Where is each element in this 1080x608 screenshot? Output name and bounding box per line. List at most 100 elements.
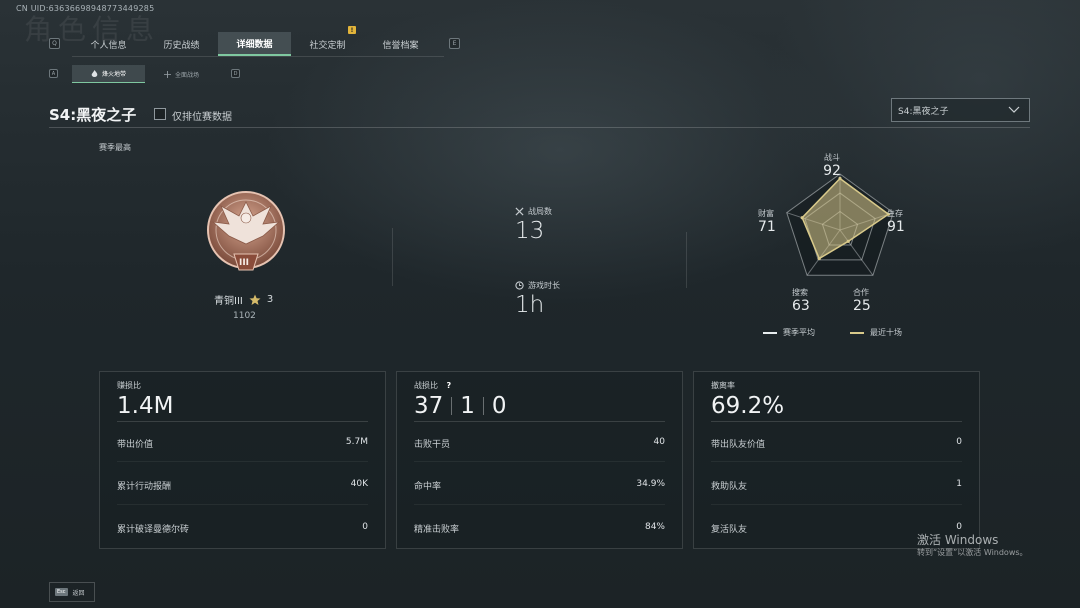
- radar-axis-value: 91: [887, 219, 905, 235]
- mode-subtabs: 烽火地带 全面战场: [72, 65, 218, 83]
- card-main-value: 37 1 0: [414, 393, 507, 419]
- tab-credit-profile[interactable]: ! 信誉档案: [348, 26, 437, 56]
- row-divider: [711, 461, 962, 462]
- tab-personal-info[interactable]: 个人信息: [72, 32, 145, 56]
- tab-underline: [72, 56, 444, 57]
- rank-name-row: 青铜III 3: [214, 292, 273, 307]
- stat-label: 精准击败率: [414, 525, 460, 535]
- legend-season-average: 赛季平均: [763, 327, 815, 338]
- back-button[interactable]: Esc 返回: [49, 582, 95, 602]
- value-separator: [482, 397, 484, 415]
- radar-axis-value: 71: [758, 219, 776, 235]
- badge-tier-numeral: III: [238, 258, 250, 268]
- row-divider: [117, 504, 368, 505]
- card-title: 赚损比: [117, 381, 141, 390]
- flame-icon: [91, 70, 98, 77]
- tab-label: 社交定制: [309, 40, 346, 51]
- subtab-label: 烽火地带: [101, 71, 126, 78]
- radar-axis-label: 搜索: [792, 288, 808, 297]
- legend-label: 赛季平均: [783, 328, 815, 337]
- stat-row: 累计破译曼德尔砖 0: [117, 522, 368, 535]
- radar-axis-value: 92: [823, 163, 841, 179]
- tab-left-key-hint[interactable]: Q: [49, 38, 60, 49]
- subtab-right-key-hint[interactable]: D: [231, 69, 240, 78]
- radar-axis-combat: 战斗 92: [820, 152, 844, 179]
- stat-label: 累计破译曼德尔砖: [117, 525, 190, 535]
- season-divider: [49, 127, 1030, 128]
- radar-axis-label: 合作: [853, 288, 869, 297]
- rank-name: 青铜III: [214, 296, 243, 307]
- season-select[interactable]: S4:黑夜之子: [891, 98, 1030, 122]
- uid-label: CN UID:6363669894877344928​5: [16, 4, 155, 13]
- tab-detailed-data[interactable]: 详细数据: [218, 32, 291, 56]
- notification-badge: !: [348, 26, 356, 34]
- extraction-rate-card: 撤离率 69.2% 带出队友价值 0 救助队友 1 复活队友 0: [693, 371, 980, 549]
- card-divider: [414, 421, 665, 422]
- help-icon[interactable]: ?: [447, 381, 452, 390]
- rank-score: 1102: [233, 311, 256, 321]
- stat-value: 0: [362, 522, 368, 532]
- tab-match-history[interactable]: 历史战绩: [145, 32, 218, 56]
- tab-label: 个人信息: [90, 40, 127, 51]
- profit-loss-card: 赚损比 1.4M 带出价值 5.7M 累计行动报酬 40K 累计破译曼德尔砖 0: [99, 371, 386, 549]
- radar-axis-cooperation: 合作 25: [853, 287, 871, 314]
- tab-social-custom[interactable]: 社交定制: [291, 32, 364, 56]
- column-divider: [686, 232, 687, 288]
- radar-axis-label: 战斗: [824, 153, 840, 162]
- subtab-full-battlefield[interactable]: 全面战场: [145, 65, 218, 83]
- legend-swatch: [763, 331, 777, 334]
- season-select-value: S4:黑夜之子: [898, 106, 949, 117]
- stat-value: 40K: [350, 479, 368, 489]
- card-title: 战损比: [414, 381, 438, 390]
- radar-point: [817, 256, 821, 261]
- radar-point: [846, 239, 850, 243]
- main-tabs: 个人信息 历史战绩 详细数据 社交定制 ! 信誉档案: [72, 26, 437, 56]
- stat-row: 带出队友价值 0: [711, 437, 962, 450]
- stat-value: 1: [956, 479, 962, 489]
- card-divider: [117, 421, 368, 422]
- season-title: S4:黑夜之子: [49, 106, 137, 124]
- back-label: 返回: [72, 589, 85, 597]
- playtime-label: 游戏时长: [528, 281, 560, 290]
- ranked-only-label[interactable]: 仅排位赛数据: [172, 108, 232, 123]
- matches-value: 13: [515, 218, 545, 244]
- card-main-value: 69.2%: [711, 393, 785, 419]
- kill-death-card: 战损比 ? 37 1 0 击败干员 40 命中率 34.9% 精准击败率 84%: [396, 371, 683, 549]
- subtab-hazard-zone[interactable]: 烽火地带: [72, 65, 145, 83]
- stat-value: 0: [956, 437, 962, 447]
- stat-row: 击败干员 40: [414, 437, 665, 450]
- value-separator: [451, 397, 453, 415]
- subtab-label: 全面战场: [174, 71, 199, 79]
- windows-activation-title: 激活 Windows: [917, 533, 999, 547]
- stat-value: 40: [653, 437, 665, 447]
- star-icon: [249, 294, 261, 305]
- tab-label: 历史战绩: [163, 40, 200, 51]
- chevron-down-icon: [1008, 106, 1020, 113]
- rank-stars: 3: [266, 294, 274, 305]
- radar-axis-value: 25: [853, 298, 871, 314]
- stat-label: 击败干员: [414, 440, 451, 450]
- crosshair-icon: [163, 70, 171, 78]
- tab-right-key-hint[interactable]: E: [449, 38, 460, 49]
- assists-value: 0: [491, 393, 507, 419]
- deaths-value: 1: [460, 393, 475, 419]
- ranked-only-checkbox[interactable]: [154, 108, 166, 120]
- stat-value: 84%: [644, 522, 665, 532]
- stat-label: 复活队友: [711, 525, 748, 535]
- esc-key-icon: Esc: [55, 588, 68, 596]
- stat-label: 救助队友: [711, 482, 748, 492]
- stat-row: 累计行动报酬 40K: [117, 479, 368, 492]
- radar-axis-label: 生存: [887, 209, 903, 218]
- radar-axis-wealth: 财富 71: [758, 208, 776, 235]
- clock-icon: [515, 281, 524, 290]
- card-main-value: 1.4M: [117, 393, 174, 419]
- playtime-label-row: 游戏时长: [515, 280, 560, 291]
- radar-axis-search: 搜索 63: [792, 287, 810, 314]
- subtab-left-key-hint[interactable]: A: [49, 69, 58, 78]
- legend-swatch: [850, 331, 864, 334]
- tab-label: 信誉档案: [382, 40, 419, 51]
- stat-row: 命中率 34.9%: [414, 479, 665, 492]
- kills-value: 37: [414, 393, 444, 419]
- row-divider: [117, 461, 368, 462]
- playtime-value: 1h: [515, 292, 545, 318]
